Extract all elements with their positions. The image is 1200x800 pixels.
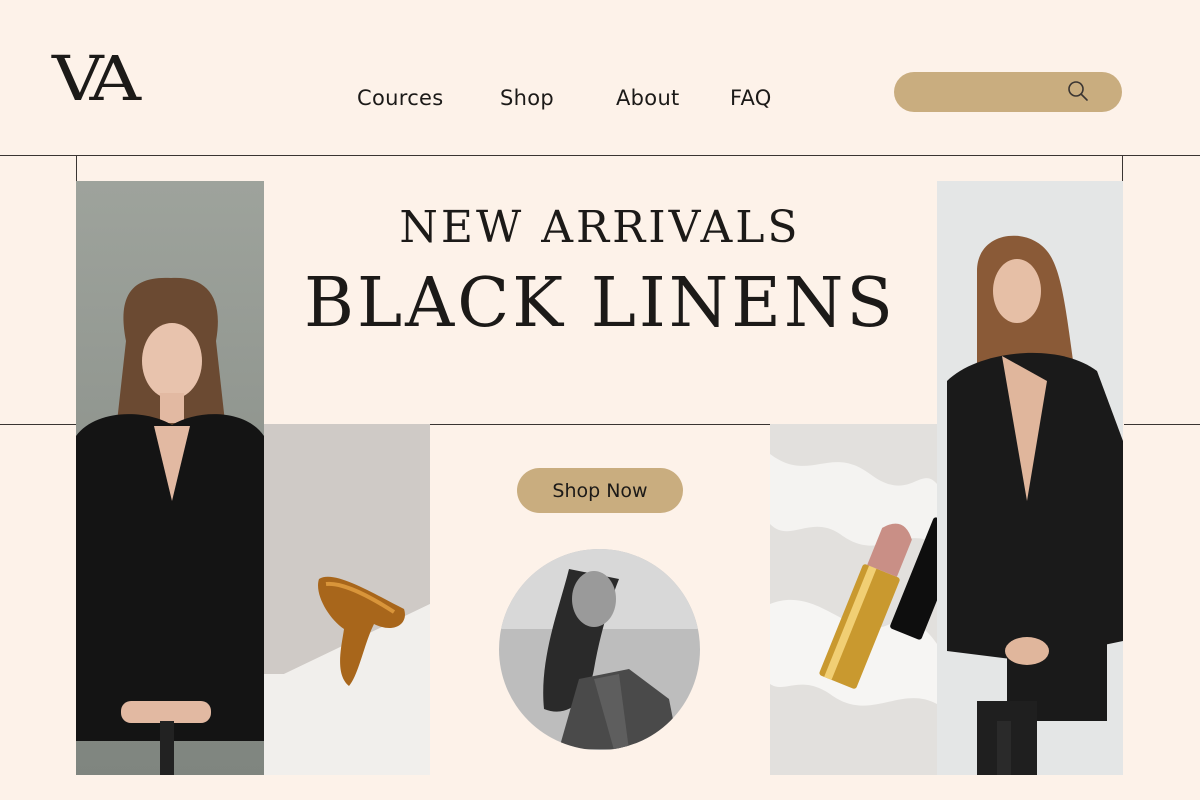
lipstick-on-satin-image [770, 424, 937, 775]
divider-mid-left [0, 424, 76, 425]
hero-title: BLACK LINENS [304, 264, 896, 343]
nav-item-about[interactable]: About [616, 86, 680, 110]
search-icon[interactable] [1064, 78, 1092, 106]
divider-vertical-right [1122, 155, 1123, 181]
hero-subtitle: NEW ARRIVALS [399, 202, 801, 253]
divider-mid-center [430, 424, 770, 425]
nav-item-cources[interactable]: Cources [357, 86, 444, 110]
shop-now-button[interactable]: Shop Now [517, 468, 683, 513]
divider-vertical-left [76, 155, 77, 181]
woman-bw-portrait-image [499, 549, 700, 750]
nav-item-faq[interactable]: FAQ [730, 86, 772, 110]
divider-top [0, 155, 1200, 156]
amber-hair-claw-clip-image [264, 424, 430, 775]
search-bar[interactable] [894, 72, 1122, 112]
divider-mid-right [1124, 424, 1200, 425]
search-input[interactable] [912, 72, 1062, 112]
nav-item-shop[interactable]: Shop [500, 86, 554, 110]
